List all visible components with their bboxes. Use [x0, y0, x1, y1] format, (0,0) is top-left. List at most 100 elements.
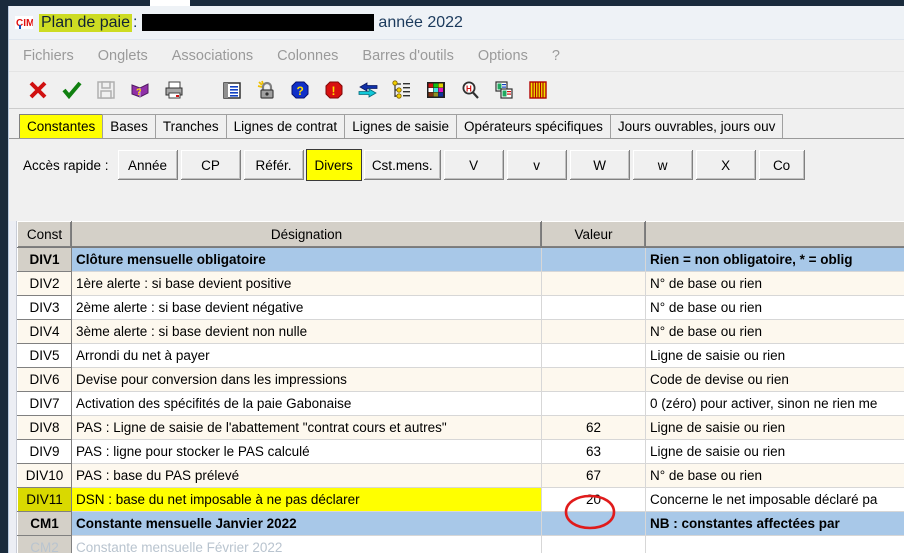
cell-valeur[interactable]: 20: [541, 487, 646, 512]
cell-note[interactable]: Ligne de saisie ou rien: [645, 343, 904, 368]
cell-note[interactable]: N° de base ou rien: [645, 319, 904, 344]
menu-colonnes[interactable]: Colonnes: [277, 48, 338, 64]
lock-icon[interactable]: [251, 77, 281, 103]
color-palette-icon[interactable]: [421, 77, 451, 103]
cell-valeur[interactable]: [541, 247, 646, 272]
cell-const[interactable]: DIV7: [17, 391, 72, 416]
cell-designation[interactable]: Activation des spécifités de la paie Gab…: [71, 391, 542, 416]
cell-note[interactable]: N° de base ou rien: [645, 463, 904, 488]
table-row[interactable]: DIV1 Clôture mensuelle obligatoire Rien …: [17, 247, 904, 272]
menu-barres-outils[interactable]: Barres d'outils: [362, 48, 453, 64]
cell-note[interactable]: Ligne de saisie ou rien: [645, 415, 904, 440]
column-header-valeur[interactable]: Valeur: [541, 221, 646, 248]
cell-const[interactable]: CM2: [17, 535, 72, 553]
quick-access-cp[interactable]: CP: [179, 149, 242, 181]
cell-note[interactable]: N° de base ou rien: [645, 271, 904, 296]
cell-const[interactable]: CM1: [17, 511, 72, 536]
column-header-note[interactable]: [645, 221, 904, 248]
cell-designation[interactable]: 1ère alerte : si base devient positive: [71, 271, 542, 296]
cell-valeur[interactable]: [541, 271, 646, 296]
quick-access-co[interactable]: Co: [757, 149, 806, 181]
question-help-icon[interactable]: ?: [285, 77, 315, 103]
table-row[interactable]: CM1 Constante mensuelle Janvier 2022 NB …: [17, 511, 904, 536]
table-row[interactable]: DIV10 PAS : base du PAS prélevé 67 N° de…: [17, 463, 904, 488]
cell-note[interactable]: Concerne le net imposable déclaré pa: [645, 487, 904, 512]
cell-designation[interactable]: Devise pour conversion dans les impressi…: [71, 367, 542, 392]
tab-lignes-de-saisie[interactable]: Lignes de saisie: [344, 114, 458, 138]
menu-aide[interactable]: ?: [552, 48, 560, 64]
table-row[interactable]: DIV6 Devise pour conversion dans les imp…: [17, 367, 904, 392]
menu-options[interactable]: Options: [478, 48, 528, 64]
cell-const[interactable]: DIV1: [17, 247, 72, 272]
cell-valeur[interactable]: [541, 391, 646, 416]
cell-valeur[interactable]: 67: [541, 463, 646, 488]
cell-note[interactable]: Ligne de saisie ou rien: [645, 439, 904, 464]
cell-designation[interactable]: PAS : base du PAS prélevé: [71, 463, 542, 488]
cell-valeur[interactable]: [541, 367, 646, 392]
tab-bases[interactable]: Bases: [102, 114, 156, 138]
cell-const[interactable]: DIV5: [17, 343, 72, 368]
cell-designation[interactable]: Constante mensuelle Janvier 2022: [71, 511, 542, 536]
cell-designation[interactable]: Constante mensuelle Février 2022: [71, 535, 542, 553]
tree-structure-icon[interactable]: [387, 77, 417, 103]
table-row[interactable]: DIV4 3ème alerte : si base devient non n…: [17, 319, 904, 344]
cell-note[interactable]: NB : constantes affectées par: [645, 511, 904, 536]
menu-associations[interactable]: Associations: [172, 48, 253, 64]
cell-designation[interactable]: 3ème alerte : si base devient non nulle: [71, 319, 542, 344]
column-header-designation[interactable]: Désignation: [71, 221, 542, 248]
cell-const[interactable]: DIV8: [17, 415, 72, 440]
tab-lignes-de-contrat[interactable]: Lignes de contrat: [225, 114, 346, 138]
tab-tranches[interactable]: Tranches: [154, 114, 227, 138]
cell-valeur[interactable]: [541, 511, 646, 536]
quick-access-divers[interactable]: Divers: [305, 149, 362, 181]
cell-const[interactable]: DIV10: [17, 463, 72, 488]
cell-valeur[interactable]: [541, 343, 646, 368]
cell-const[interactable]: DIV11: [17, 487, 72, 512]
cell-const[interactable]: DIV6: [17, 367, 72, 392]
grid-vertical-scrollbar[interactable]: [9, 221, 17, 553]
cell-designation[interactable]: 2ème alerte : si base devient négative: [71, 295, 542, 320]
quick-access-w-lower[interactable]: w: [631, 149, 694, 181]
table-row[interactable]: DIV9 PAS : ligne pour stocker le PAS cal…: [17, 439, 904, 464]
quick-access-v-upper[interactable]: V: [442, 149, 505, 181]
menu-onglets[interactable]: Onglets: [98, 48, 148, 64]
cell-const[interactable]: DIV2: [17, 271, 72, 296]
cell-valeur[interactable]: [541, 295, 646, 320]
column-header-const[interactable]: Const: [17, 221, 72, 248]
cell-const[interactable]: DIV3: [17, 295, 72, 320]
search-magnifier-icon[interactable]: H: [455, 77, 485, 103]
table-row[interactable]: DIV3 2ème alerte : si base devient négat…: [17, 295, 904, 320]
cell-designation[interactable]: Arrondi du net à payer: [71, 343, 542, 368]
help-book-icon[interactable]: ?: [125, 77, 155, 103]
cancel-cross-icon[interactable]: [23, 77, 53, 103]
cell-note[interactable]: 0 (zéro) pour activer, sinon ne rien me: [645, 391, 904, 416]
table-row-highlighted[interactable]: DIV11 DSN : base du net imposable à ne p…: [17, 487, 904, 512]
quick-access-refer[interactable]: Référ.: [242, 149, 305, 181]
cell-note[interactable]: Rien = non obligatoire, * = oblig: [645, 247, 904, 272]
bellows-icon[interactable]: [523, 77, 553, 103]
copy-pages-icon[interactable]: [489, 77, 519, 103]
print-icon[interactable]: [159, 77, 189, 103]
transfer-arrows-icon[interactable]: [353, 77, 383, 103]
tab-jours-ouvrables[interactable]: Jours ouvrables, jours ouv: [609, 114, 784, 138]
save-floppy-icon[interactable]: [91, 77, 121, 103]
cell-designation[interactable]: PAS : ligne pour stocker le PAS calculé: [71, 439, 542, 464]
quick-access-x[interactable]: X: [694, 149, 757, 181]
table-row[interactable]: DIV5 Arrondi du net à payer Ligne de sai…: [17, 343, 904, 368]
cell-const[interactable]: DIV4: [17, 319, 72, 344]
tab-constantes[interactable]: Constantes: [19, 114, 104, 138]
quick-access-v-lower[interactable]: v: [505, 149, 568, 181]
cell-valeur[interactable]: [541, 319, 646, 344]
cell-note[interactable]: [645, 535, 904, 553]
validate-check-icon[interactable]: [57, 77, 87, 103]
tab-operateurs-specifiques[interactable]: Opérateurs spécifiques: [456, 114, 611, 138]
cell-valeur[interactable]: 62: [541, 415, 646, 440]
cell-designation[interactable]: Clôture mensuelle obligatoire: [71, 247, 542, 272]
cell-designation[interactable]: DSN : base du net imposable à ne pas déc…: [71, 487, 542, 512]
quick-access-cst-mens[interactable]: Cst.mens.: [362, 149, 442, 181]
cell-note[interactable]: Code de devise ou rien: [645, 367, 904, 392]
table-row[interactable]: DIV7 Activation des spécifités de la pai…: [17, 391, 904, 416]
quick-access-annee[interactable]: Année: [116, 149, 179, 181]
quick-access-w-upper[interactable]: W: [568, 149, 631, 181]
warning-exclamation-icon[interactable]: !: [319, 77, 349, 103]
